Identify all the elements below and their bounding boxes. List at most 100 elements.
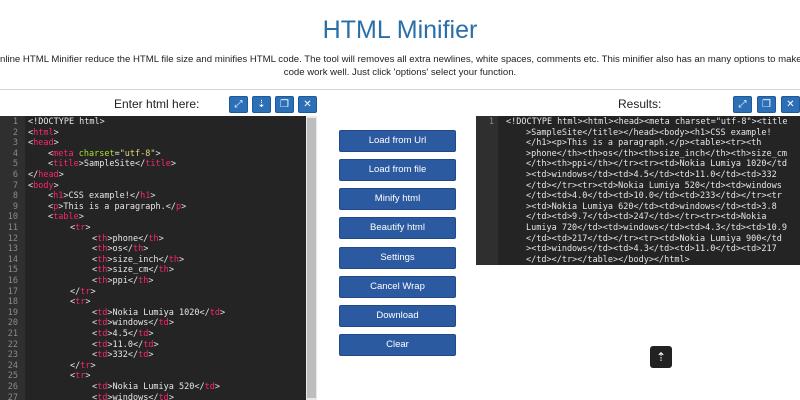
result-line: >phone</th><th>os</th><th>size_inch</th>… (526, 148, 787, 159)
result-line: </h1><p>This is a paragraph.</p><table><… (526, 138, 762, 149)
description-line-1: nline HTML Minifier reduce the HTML file… (0, 54, 800, 65)
line-number: 1 (488, 117, 494, 127)
input-copy-button[interactable]: ❐ (275, 96, 294, 113)
code-line: <th>size_inch</th> (92, 254, 185, 265)
code-line: <body> (28, 180, 59, 191)
result-line: </th><th>ppi</th></tr><tr><td>Nokia Lumi… (526, 159, 787, 170)
settings-button[interactable]: Settings (339, 247, 456, 269)
line-number: 21 (7, 329, 18, 339)
line-number: 6 (12, 170, 18, 180)
code-line: <tr> (70, 223, 91, 233)
result-line: ><td>windows</td><td>4.5</td><td>11.0</t… (526, 170, 777, 180)
line-number: 16 (7, 276, 18, 286)
line-gutter (476, 116, 498, 265)
line-number: 13 (7, 244, 18, 255)
line-number: 11 (7, 223, 18, 233)
result-line: <!DOCTYPE html><html><head><meta charset… (506, 117, 788, 127)
line-number: 18 (7, 297, 18, 308)
line-number: 2 (12, 127, 18, 138)
output-clear-button[interactable]: ✕ (781, 96, 800, 113)
editor-scrollbar-thumb[interactable] (307, 118, 316, 398)
download-button[interactable]: Download (339, 305, 456, 327)
input-upload-button[interactable]: ⇣ (252, 96, 271, 113)
code-line: <head> (28, 138, 59, 149)
copy-icon: ❐ (280, 99, 289, 110)
line-number: 8 (12, 191, 18, 202)
code-line: <title>SampleSite</title> (48, 159, 176, 170)
result-line: ><td>windows</td><td>4.3</td><td>11.0</t… (526, 244, 777, 255)
input-expand-button[interactable]: ⤢ (229, 96, 248, 113)
line-number: 20 (7, 318, 18, 329)
code-line: <meta charset="utf-8"> (48, 148, 161, 159)
cancel-wrap-button[interactable]: Cancel Wrap (339, 276, 456, 298)
result-line: </td></tr></table></body></html> (526, 254, 690, 265)
line-number: 15 (7, 265, 18, 276)
results-editor[interactable]: 1 <!DOCTYPE html><html><head><meta chars… (476, 116, 800, 400)
load-from-url-button[interactable]: Load from Url (339, 130, 456, 152)
line-number: 5 (12, 159, 18, 170)
output-copy-button[interactable]: ❐ (757, 96, 776, 113)
line-number: 19 (7, 307, 18, 318)
expand-icon: ⤢ (738, 99, 747, 110)
line-number: 24 (7, 360, 18, 371)
copy-icon: ❐ (762, 99, 771, 110)
description-line-2: code work well. Just click 'options' sel… (283, 67, 517, 78)
html-input-editor[interactable]: 1 2 3 4 5 6 7 8 9 10 11 12 13 14 15 16 17 18 19 20 21 22 23 24 2… (0, 116, 317, 400)
code-line: <th>size_cm</th> (92, 265, 174, 276)
input-label: Enter html here: (114, 97, 200, 111)
code-line: <p>This is a paragraph.</p> (48, 201, 187, 212)
code-line: <h1>CSS example!</h1> (48, 191, 156, 202)
code-line: <td>Nokia Lumiya 520</td> (92, 382, 220, 392)
code-line: </tr> (70, 286, 96, 297)
code-line: <td>11.0</td> (92, 339, 159, 350)
scroll-to-top-button[interactable]: ⇡ (650, 346, 672, 368)
result-line: ><td>Nokia Lumiya 620</td><td>windows</t… (526, 201, 777, 212)
result-line: </td><td>217</td></tr><tr><td>Nokia Lumi… (526, 233, 782, 244)
minify-html-button[interactable]: Minify html (339, 188, 456, 210)
result-line: </td><td>9.7</td><td>247</td></tr><tr><t… (526, 212, 767, 223)
result-line: </td><td>4.0</td><td>10.0</td><td>233</t… (526, 191, 782, 202)
line-number: 1 (12, 117, 18, 127)
line-number: 23 (7, 350, 18, 361)
code-line: <!DOCTYPE html> (28, 117, 105, 127)
arrow-up-icon: ⇡ (655, 350, 667, 364)
line-number: 4 (12, 148, 18, 159)
close-icon: ✕ (786, 99, 795, 110)
line-number: 7 (12, 180, 18, 191)
code-line: <tr> (70, 371, 91, 382)
paste-icon: ⇣ (257, 99, 266, 110)
code-line: <td>windows</td> (92, 392, 174, 400)
clear-button[interactable]: Clear (339, 334, 456, 356)
line-number: 27 (7, 392, 18, 400)
result-line: Lumiya 720</td><td>windows</td><td>4.3</… (526, 223, 787, 233)
code-line: <td>Nokia Lumiya 1020</td> (92, 307, 226, 318)
code-line: <td>332</td> (92, 350, 154, 361)
code-line: <th>phone</th> (92, 233, 164, 244)
page-header: HTML Minifier nline HTML Minifier reduce… (0, 0, 800, 90)
line-number: 14 (7, 254, 18, 265)
output-expand-button[interactable]: ⤢ (733, 96, 752, 113)
beautify-html-button[interactable]: Beautify html (339, 217, 456, 239)
line-number: 3 (12, 138, 18, 149)
result-line: >SampleSite</title></head><body><h1>CSS … (526, 127, 772, 138)
close-icon: ✕ (303, 99, 312, 110)
line-number: 22 (7, 339, 18, 350)
code-line: <td>windows</td> (92, 318, 174, 329)
code-line: <html> (28, 127, 59, 138)
results-label: Results: (618, 97, 662, 111)
code-line: <th>os</th> (92, 244, 149, 255)
line-number: 17 (7, 286, 18, 297)
code-line: <td>4.5</td> (92, 329, 154, 339)
input-clear-button[interactable]: ✕ (298, 96, 317, 113)
line-number: 12 (7, 233, 18, 244)
page-description: nline HTML Minifier reduce the HTML file… (0, 53, 800, 79)
result-line: </td></tr><tr><td>Nokia Lumiya 520</td><… (526, 180, 782, 191)
expand-icon: ⤢ (234, 99, 243, 110)
line-number: 10 (7, 212, 18, 223)
line-number: 25 (7, 371, 18, 382)
load-from-file-button[interactable]: Load from file (339, 159, 456, 181)
code-line: </tr> (70, 360, 96, 371)
line-number: 9 (12, 201, 18, 212)
page-title: HTML Minifier (322, 16, 478, 44)
code-line: <th>ppi</th> (92, 276, 154, 286)
